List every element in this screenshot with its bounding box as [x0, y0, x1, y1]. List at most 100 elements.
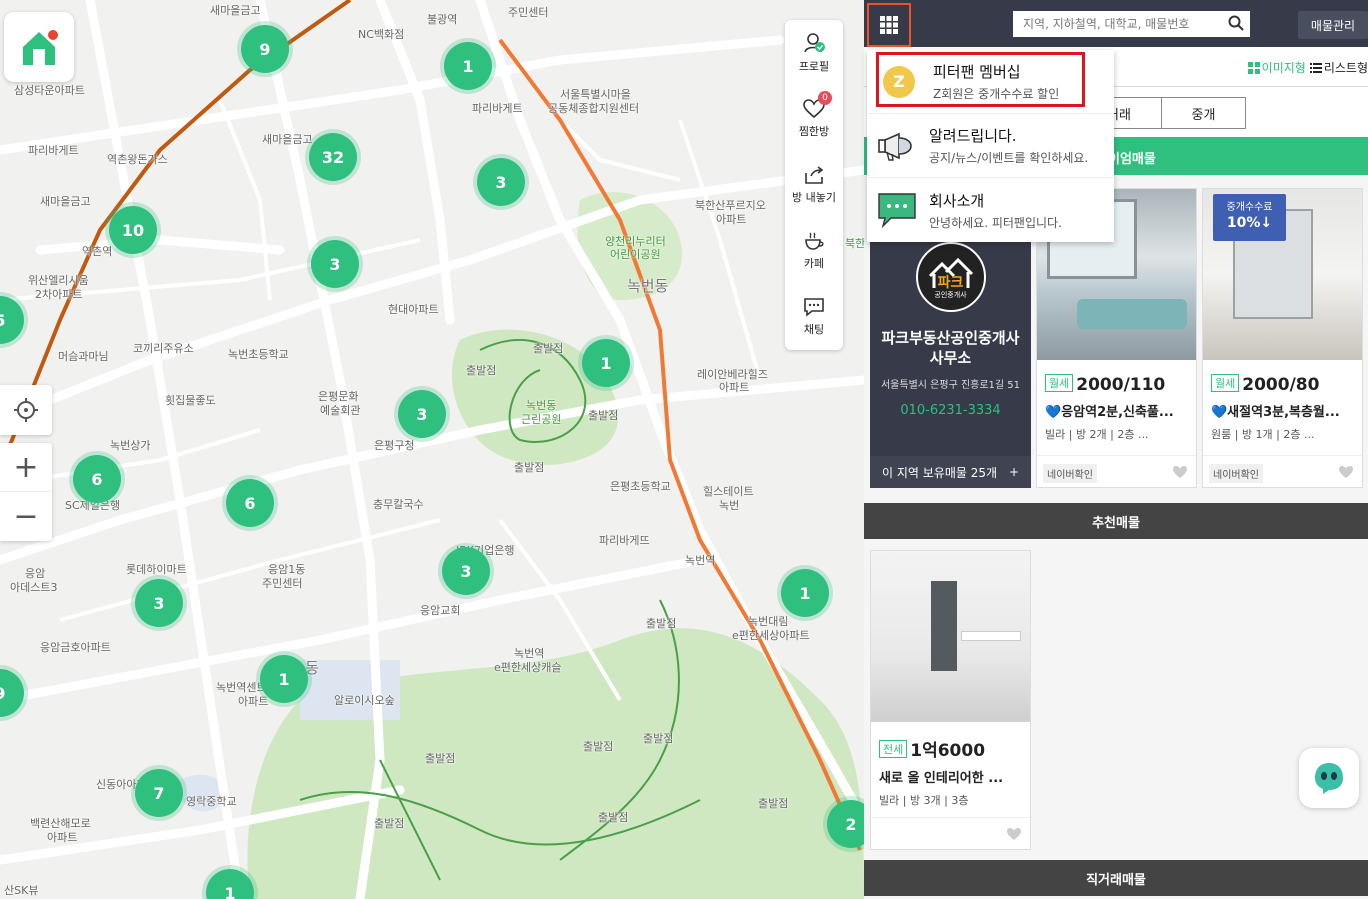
- map-place-label: 출발점: [425, 752, 456, 765]
- menu-item-membership[interactable]: Z 피터팬 멤버십 Z회원은 중개수수료 할인: [867, 50, 1114, 114]
- map-place-label: e편한세상아파트: [732, 629, 810, 642]
- speech-bubble-icon: [878, 193, 916, 228]
- menu-item-subtitle: 안녕하세요. 피터팬입니다.: [929, 215, 1062, 230]
- search-input[interactable]: [1013, 11, 1250, 37]
- list-room-label: 방 내놓기: [792, 191, 836, 204]
- listing-cluster-marker[interactable]: 6: [226, 479, 274, 527]
- listing-cluster-marker[interactable]: 1: [260, 655, 308, 703]
- map-place-label: 현대아파트: [388, 303, 439, 316]
- map-place-label: 알로이시오숲: [334, 694, 395, 707]
- menu-grid-button[interactable]: [867, 3, 911, 47]
- map-place-label: 출발점: [598, 811, 629, 824]
- fee-discount-value: 10%↓: [1226, 215, 1273, 231]
- listing-cluster-marker[interactable]: 3: [442, 547, 490, 595]
- agency-more-listings[interactable]: 이 지역 보유매물 25개 +: [870, 456, 1031, 488]
- map-place-label: 녹번상가: [110, 439, 151, 452]
- map-place-label: 응암교회: [420, 604, 461, 617]
- chatbot-button[interactable]: [1299, 748, 1359, 808]
- tab-broker[interactable]: 중개: [1161, 97, 1246, 129]
- map-place-label: 아파트: [719, 381, 750, 394]
- map-place-label: 북한: [845, 237, 864, 250]
- listing-cluster-marker[interactable]: 32: [309, 133, 357, 181]
- home-logo-icon: [23, 30, 58, 65]
- rent-type-badge: 전세: [879, 740, 908, 758]
- menu-item-subtitle: 공지/뉴스/이벤트를 확인하세요.: [929, 151, 1089, 165]
- listing-management-button[interactable]: 매물관리: [1298, 11, 1368, 39]
- agency-phone[interactable]: 010-6231-3334: [870, 403, 1031, 418]
- menu-item-title: 알려드립니다.: [929, 127, 1017, 145]
- map-place-label: 영락중학교: [186, 795, 237, 808]
- featured-section-title: 이엄매물: [1108, 152, 1156, 167]
- map-place-label: 어린이공원: [610, 248, 661, 261]
- grid-dropdown-menu: Z 피터팬 멤버십 Z회원은 중개수수료 할인 알려드립니다. 공지/뉴스/이벤…: [867, 50, 1114, 242]
- listing-cluster-marker[interactable]: 3: [311, 240, 359, 288]
- chat-icon: [804, 298, 824, 317]
- naver-verified-badge: 네이버확인: [1043, 464, 1097, 483]
- list-view-toggle[interactable]: 리스트형: [1309, 59, 1368, 76]
- map-place-label: 아파트: [716, 213, 747, 226]
- cafe-button[interactable]: 카페: [785, 218, 843, 284]
- listing-cluster-marker[interactable]: 1: [781, 569, 829, 617]
- naver-verified-badge: 네이버확인: [1209, 464, 1263, 483]
- listing-footer: [871, 817, 1030, 849]
- map-place-label: 역촌역: [82, 245, 113, 258]
- search-icon[interactable]: [1228, 15, 1244, 31]
- zoom-controls: + −: [0, 443, 52, 541]
- list-view-label: 리스트형: [1323, 61, 1368, 75]
- map-place-label: 롯데하이마트: [126, 563, 187, 576]
- zoom-in-button[interactable]: +: [0, 443, 52, 492]
- plus-icon: +: [1008, 465, 1019, 479]
- listing-cluster-marker[interactable]: 3: [398, 390, 446, 438]
- map-place-label: 횟집물좋도: [165, 394, 216, 407]
- listing-cluster-marker[interactable]: 6: [73, 455, 121, 503]
- list-icon: [1309, 62, 1322, 73]
- cafe-icon: [805, 232, 824, 250]
- listing-cluster-marker[interactable]: 3: [477, 158, 525, 206]
- locate-button[interactable]: [0, 385, 52, 435]
- map-place-label: 아파트: [47, 831, 78, 844]
- favorite-heart-icon[interactable]: [1006, 827, 1022, 841]
- listing-cluster-marker[interactable]: 9: [241, 25, 289, 73]
- listing-footer: 네이버확인: [1203, 455, 1362, 487]
- listing-info: 빌라 | 방 3개 | 3층: [879, 794, 969, 807]
- listing-cluster-marker[interactable]: 10: [109, 206, 157, 254]
- agency-more-label: 이 지역 보유매물 25개: [882, 465, 998, 480]
- fee-discount-label: 중개수수료: [1226, 202, 1273, 213]
- listing-cluster-marker[interactable]: 3: [135, 579, 183, 627]
- map-place-label: 코끼리주유소: [133, 342, 194, 355]
- profile-button[interactable]: 프로필: [785, 20, 843, 86]
- home-logo-button[interactable]: [4, 12, 74, 82]
- map-place-label: 녹번: [719, 499, 740, 512]
- cafe-label: 카페: [803, 257, 825, 270]
- map-area[interactable]: 새마을금고 NC백화점 불광역 주민센터 삼성타운아파트 서울특별시마을 공동체종합지원센터…: [0, 0, 864, 899]
- favorites-button[interactable]: 0 찜한방: [785, 86, 843, 152]
- listing-card[interactable]: 중개수수료 10%↓ 월세 2000/80 💙새절역3분,복층월... 원룸 | …: [1202, 188, 1363, 488]
- map-place-label: 주민센터: [508, 6, 549, 19]
- listing-photo: [871, 551, 1030, 722]
- listing-cluster-marker[interactable]: 1: [444, 42, 492, 90]
- map-place-label: 불광역: [427, 13, 458, 26]
- listing-card[interactable]: 전세 1억6000 새로 올 인테리어한 ... 빌라 | 방 3개 | 3층: [870, 550, 1031, 850]
- agency-name: 파크부동산공인중개사사무소: [881, 329, 1020, 367]
- agency-address: 서울특별시 은평구 진흥로1길 51: [880, 380, 1021, 391]
- map-place-label: 녹번동: [627, 277, 669, 295]
- map-place-label: 파리바게트: [28, 144, 79, 157]
- image-view-toggle[interactable]: 이미지형: [1247, 59, 1306, 76]
- menu-item-about[interactable]: 회사소개 안녕하세요. 피터팬입니다.: [867, 178, 1114, 242]
- favorite-heart-icon[interactable]: [1172, 465, 1188, 479]
- agency-logo: 파크 공인중개사: [915, 242, 986, 312]
- favorite-heart-icon[interactable]: [1338, 465, 1354, 479]
- favorites-count-badge: 0: [818, 91, 832, 105]
- top-bar: 매물관리: [864, 0, 1368, 47]
- map-place-label: 머슴과마님: [58, 350, 109, 363]
- menu-item-notice[interactable]: 알려드립니다. 공지/뉴스/이벤트를 확인하세요.: [867, 114, 1114, 178]
- listing-cluster-marker[interactable]: 7: [135, 769, 183, 817]
- listing-cluster-marker[interactable]: 1: [582, 339, 630, 387]
- listing-price: 2000/110: [1076, 375, 1166, 395]
- list-room-button[interactable]: 방 내놓기: [785, 152, 843, 218]
- listing-footer: 네이버확인: [1037, 455, 1196, 487]
- view-toggle: 이미지형 리스트형: [1247, 59, 1368, 76]
- chat-button[interactable]: 채팅: [785, 284, 843, 350]
- zoom-out-button[interactable]: −: [0, 492, 52, 541]
- map-place-label: NC백화점: [358, 28, 405, 41]
